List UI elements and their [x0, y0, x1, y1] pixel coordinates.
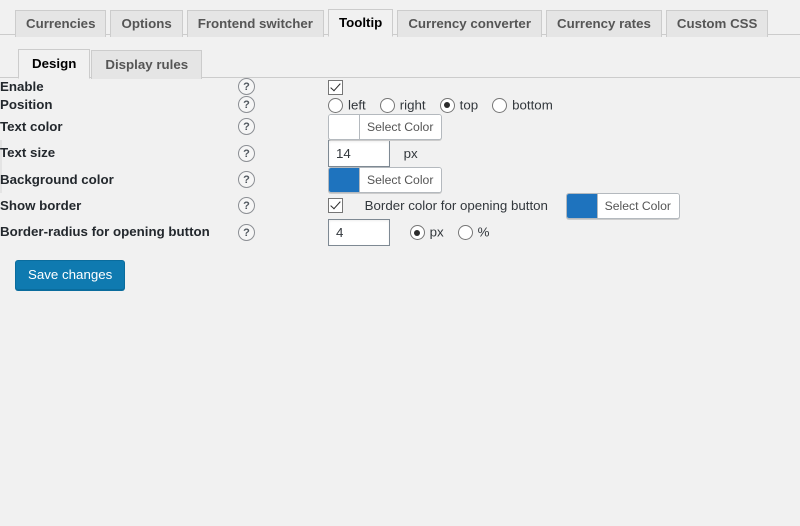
select-color-label: Select Color	[359, 167, 442, 192]
subtab-display-rules[interactable]: Display rules	[91, 50, 203, 79]
color-swatch	[329, 114, 360, 139]
label-text-size: Text size	[0, 140, 238, 167]
radio-circle-icon	[492, 97, 508, 113]
help-icon[interactable]: ?	[238, 171, 255, 189]
row-position: Position ? left right top bottom	[0, 96, 800, 114]
radio-circle-icon	[409, 225, 425, 241]
field-show-border: Border color for opening button Select C…	[328, 192, 800, 219]
show-border-checkbox[interactable]	[328, 198, 343, 214]
help-icon[interactable]: ?	[238, 118, 255, 136]
label-show-border: Show border	[0, 197, 82, 213]
help-cell-border-radius: ?	[238, 219, 328, 246]
help-icon[interactable]: ?	[238, 223, 255, 241]
select-color-label: Select Color	[359, 114, 442, 139]
row-border-radius: Border-radius for opening button ? px%	[0, 218, 800, 246]
help-icon[interactable]: ?	[238, 96, 255, 114]
label-position: Position	[0, 96, 53, 112]
radio-unit-px[interactable]: px	[409, 224, 444, 241]
help-icon[interactable]: ?	[238, 78, 255, 96]
primary-tab-bar: Currencies Options Frontend switcher Toolti…	[0, 0, 800, 37]
field-text-size: px	[328, 139, 800, 167]
radio-circle-icon	[379, 97, 395, 113]
tab-custom-css[interactable]: Custom CSS	[665, 10, 769, 37]
label-border-radius: Border-radius for opening button	[0, 224, 210, 240]
help-cell-text-size: ?	[238, 140, 328, 167]
help-cell-position: ?	[238, 96, 328, 114]
tab-frontend-switcher[interactable]: Frontend switcher	[186, 10, 324, 37]
tooltip-design-form: Enable ? Position ? left right top bottom T…	[0, 78, 800, 246]
help-cell-enable: ?	[238, 78, 328, 96]
help-icon[interactable]: ?	[238, 144, 255, 162]
save-changes-button[interactable]: Save changes	[15, 259, 126, 290]
radio-unit-percent[interactable]: %	[457, 224, 490, 241]
radio-label: px	[429, 224, 444, 240]
row-text-size: Text size ? px	[0, 139, 800, 167]
tab-currency-rates[interactable]: Currency rates	[546, 10, 662, 37]
field-background-color: Select Color	[328, 166, 800, 193]
secondary-tab-bar: Design Display rules	[0, 35, 800, 79]
field-border-radius: px%	[328, 218, 800, 246]
text-color-picker-button[interactable]: Select Color	[328, 113, 443, 140]
radio-circle-icon	[457, 225, 473, 241]
radio-position-bottom[interactable]: bottom	[492, 97, 553, 113]
label-enable: Enable	[0, 79, 44, 94]
text-size-unit: px	[403, 145, 418, 161]
radio-position-left[interactable]: left	[328, 97, 366, 113]
help-icon[interactable]: ?	[238, 197, 255, 215]
enable-checkbox[interactable]	[328, 80, 343, 95]
radio-label: bottom	[512, 97, 553, 113]
border-color-picker-button[interactable]: Select Color	[565, 192, 680, 219]
tab-options[interactable]: Options	[110, 10, 183, 37]
subtab-design[interactable]: Design	[18, 49, 91, 79]
help-cell-text-color: ?	[238, 114, 328, 140]
radio-circle-icon	[439, 97, 455, 113]
help-cell-background-color: ?	[238, 167, 328, 193]
color-swatch	[566, 193, 598, 218]
label-background-color: Background color	[0, 167, 238, 193]
row-background-color: Background color ? Select Color	[0, 166, 800, 193]
submit-area: Save changes	[0, 246, 800, 290]
row-show-border: Show border ? Border color for opening b…	[0, 192, 800, 219]
radio-circle-icon	[328, 97, 343, 113]
label-text-color: Text color	[0, 118, 63, 134]
tab-currency-converter[interactable]: Currency converter	[397, 10, 542, 37]
field-enable	[328, 78, 800, 96]
border-color-label: Border color for opening button	[364, 198, 548, 214]
border-radius-input[interactable]	[328, 218, 390, 246]
text-size-input[interactable]	[328, 139, 390, 167]
field-position: left right top bottom	[328, 96, 800, 114]
radio-label: left	[348, 97, 366, 113]
select-color-label: Select Color	[596, 193, 679, 218]
radio-label: %	[477, 224, 490, 240]
tab-currencies[interactable]: Currencies	[15, 10, 107, 37]
row-enable: Enable ?	[0, 78, 800, 96]
radio-label: right	[399, 97, 426, 113]
radio-position-right[interactable]: right	[379, 97, 426, 113]
radio-label: top	[459, 97, 479, 113]
row-text-color: Text color ? Select Color	[0, 113, 800, 140]
help-cell-show-border: ?	[238, 193, 328, 219]
background-color-picker-button[interactable]: Select Color	[328, 166, 443, 193]
field-text-color: Select Color	[328, 113, 800, 140]
color-swatch	[329, 167, 360, 192]
tab-tooltip[interactable]: Tooltip	[327, 9, 394, 37]
radio-position-top[interactable]: top	[439, 97, 479, 113]
border-radius-unit-group: px%	[409, 224, 490, 241]
